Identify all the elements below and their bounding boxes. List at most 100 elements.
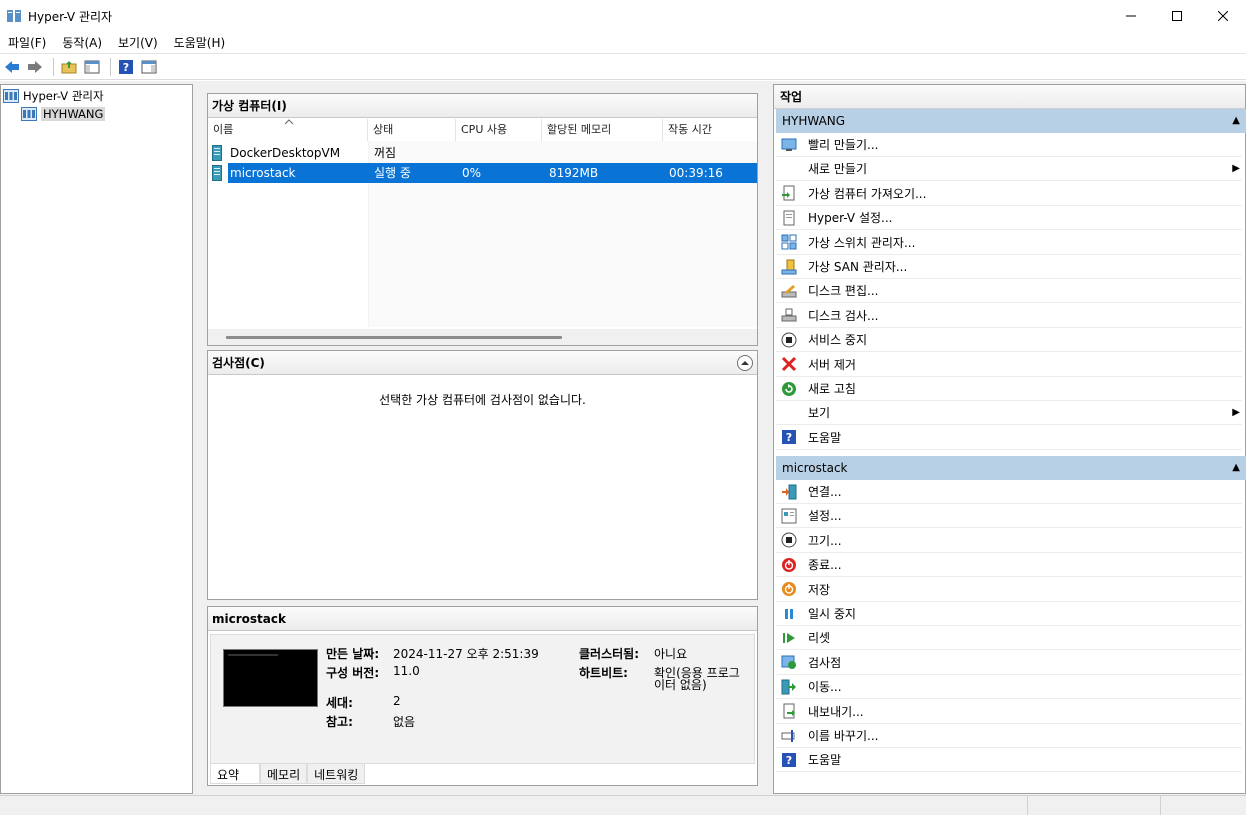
status-bar: [0, 795, 1246, 815]
vm-running-icon: [212, 165, 222, 181]
vm-row-dockerdesktopvm[interactable]: DockerDesktopVM 꺼짐: [208, 143, 757, 163]
config-version-label: 구성 버전:: [326, 666, 380, 680]
window-title: Hyper-V 관리자: [28, 9, 113, 24]
remove-server-icon: [780, 355, 798, 373]
action-item[interactable]: Hyper-V 설정...: [776, 206, 1242, 231]
action-item[interactable]: 서비스 중지: [776, 328, 1242, 353]
actions-group-vm[interactable]: microstack ▲: [776, 456, 1246, 480]
hyperv-app-icon: [6, 8, 22, 24]
action-item[interactable]: ? 도움말: [776, 748, 1242, 773]
console-tree: Hyper-V 관리자 HYHWANG: [0, 84, 193, 794]
status-segment: [1027, 796, 1160, 815]
action-item[interactable]: 리셋: [776, 626, 1242, 651]
action-item[interactable]: 가상 스위치 관리자...: [776, 231, 1242, 255]
collapse-checkpoints-button[interactable]: [737, 355, 753, 371]
action-item[interactable]: 일시 중지: [776, 602, 1242, 626]
action-item[interactable]: ? 도움말: [776, 426, 1242, 450]
action-item[interactable]: 검사점: [776, 651, 1242, 675]
actions-group-server[interactable]: HYHWANG ▲: [776, 109, 1246, 133]
server-icon: [21, 107, 37, 121]
action-item[interactable]: 빨리 만들기...: [776, 133, 1242, 157]
help-button[interactable]: ?: [116, 57, 136, 77]
reset-icon: [780, 629, 798, 647]
svg-text:?: ?: [123, 61, 129, 74]
vm-thumbnail[interactable]: [223, 649, 318, 707]
column-header-cpu[interactable]: CPU 사용: [456, 119, 542, 141]
action-item[interactable]: 저장: [776, 578, 1242, 602]
action-pane-icon: [141, 60, 157, 74]
virtual-san-icon: [780, 258, 798, 276]
stop-service-icon: [780, 331, 798, 349]
action-item-label: 도움말: [808, 753, 842, 768]
tree-root-label: Hyper-V 관리자: [23, 89, 104, 103]
collapse-arrow-icon: ▲: [1232, 115, 1240, 126]
refresh-icon: [780, 380, 798, 398]
action-item[interactable]: 이름 바꾸기...: [776, 724, 1242, 748]
column-header-memory[interactable]: 할당된 메모리: [542, 119, 663, 141]
generation-value: 2: [393, 694, 401, 708]
action-item[interactable]: 디스크 편집...: [776, 279, 1242, 304]
action-item-label: 보기: [808, 406, 831, 421]
vm-row-microstack[interactable]: microstack 실행 중 0% 8192MB 00:39:16: [208, 163, 757, 183]
action-item[interactable]: 가상 SAN 관리자...: [776, 255, 1242, 279]
action-item-label: Hyper-V 설정...: [808, 211, 893, 226]
action-item[interactable]: 내보내기...: [776, 700, 1242, 724]
tree-node-server[interactable]: HYHWANG: [21, 105, 106, 123]
column-header-name[interactable]: 이름: [208, 119, 368, 141]
tree-node-root[interactable]: Hyper-V 관리자: [3, 87, 104, 105]
forward-button[interactable]: [25, 57, 45, 77]
action-item[interactable]: 연결...: [776, 480, 1242, 504]
vm-cpu: 0%: [462, 166, 482, 180]
action-item[interactable]: 이동...: [776, 675, 1242, 700]
toolbar: ?: [0, 55, 1246, 80]
move-icon: [780, 678, 798, 696]
column-header-state[interactable]: 상태: [368, 119, 456, 141]
action-item[interactable]: 끄기...: [776, 529, 1242, 553]
vm-pane-header: 가상 컴퓨터(I): [208, 94, 757, 118]
no-checkpoints-message: 선택한 가상 컴퓨터에 검사점이 없습니다.: [379, 393, 586, 407]
maximize-button[interactable]: [1154, 0, 1200, 32]
clustered-label: 클러스터됨:: [579, 647, 639, 661]
scrollbar-thumb[interactable]: [226, 336, 562, 339]
turn-off-icon: [780, 531, 798, 549]
action-item[interactable]: 설정...: [776, 504, 1242, 529]
status-segment: [1160, 796, 1246, 815]
submenu-arrow-icon: ▶: [1232, 163, 1240, 175]
action-item[interactable]: 종료...: [776, 553, 1242, 578]
action-item[interactable]: 서버 제거: [776, 353, 1242, 377]
details-pane-header: microstack: [208, 607, 757, 631]
tab-memory[interactable]: 메모리: [260, 764, 308, 784]
tab-summary[interactable]: 요약: [210, 764, 260, 784]
collapse-arrow-icon: ▲: [1232, 462, 1240, 473]
action-item[interactable]: 새로 고침: [776, 377, 1242, 401]
virtual-machines-pane: 가상 컴퓨터(I) 이름 상태 CPU 사용 할당된 메모리 작동 시간 Doc…: [207, 93, 758, 346]
show-hide-action-button[interactable]: [139, 57, 159, 77]
details-summary: 만든 날짜: 2024-11-27 오후 2:51:39 구성 버전: 11.0…: [210, 634, 755, 764]
checkpoint-icon: [780, 653, 798, 671]
action-item-label: 서버 제거: [808, 357, 856, 372]
minimize-button[interactable]: [1108, 0, 1154, 32]
column-header-uptime[interactable]: 작동 시간: [663, 119, 757, 141]
back-button[interactable]: [2, 57, 22, 77]
vm-name: microstack: [230, 166, 296, 180]
action-item-label: 빨리 만들기...: [808, 138, 879, 152]
menu-file[interactable]: 파일(F): [0, 32, 54, 54]
vm-state: 꺼짐: [374, 146, 397, 160]
action-item[interactable]: 가상 컴퓨터 가져오기...: [776, 182, 1242, 206]
menu-view[interactable]: 보기(V): [110, 32, 166, 54]
action-item-label: 일시 중지: [808, 607, 856, 621]
toolbar-separator: [110, 58, 111, 76]
action-item[interactable]: 디스크 검사...: [776, 304, 1242, 328]
menu-help[interactable]: 도움말(H): [166, 32, 234, 54]
tab-networking[interactable]: 네트워킹: [307, 764, 366, 784]
heartbeat-label: 하트비트:: [579, 666, 628, 680]
show-hide-tree-button[interactable]: [82, 57, 102, 77]
action-item[interactable]: 새로 만들기 ▶: [776, 157, 1242, 182]
up-folder-button[interactable]: [59, 57, 79, 77]
vm-state: 실행 중: [374, 166, 411, 180]
blank-icon: [780, 404, 798, 422]
action-item[interactable]: 보기 ▶: [776, 401, 1242, 426]
menu-action[interactable]: 동작(A): [54, 32, 110, 54]
close-button[interactable]: [1200, 0, 1246, 32]
checkpoints-pane-header: 검사점(C): [208, 351, 757, 375]
